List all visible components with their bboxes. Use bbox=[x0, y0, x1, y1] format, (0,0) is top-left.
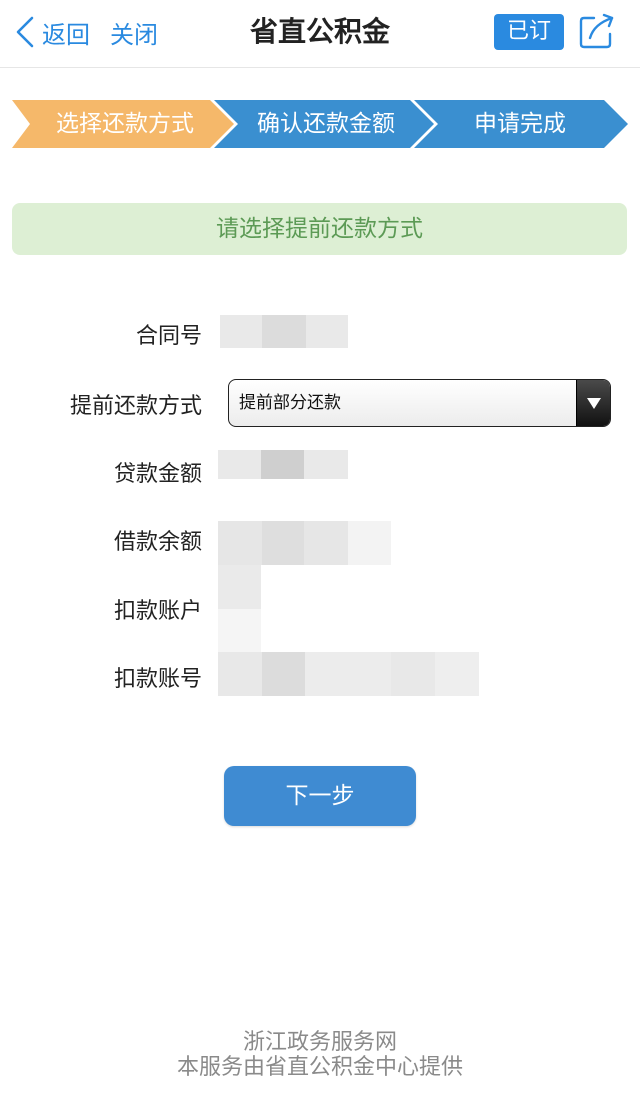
loan-balance-label: 借款余额 bbox=[113, 530, 202, 555]
step-3-label: 申请完成 bbox=[474, 111, 566, 137]
footer-line-1: 浙江政务服务网 bbox=[242, 1030, 397, 1055]
debit-account-no-label: 扣款账号 bbox=[113, 667, 202, 692]
repay-method-select[interactable]: 提前部分还款 bbox=[228, 379, 611, 427]
footer-line-2: 本服务由省直公积金中心提供 bbox=[176, 1055, 463, 1080]
nav-header: 返回 关闭 省直公积金 已订 bbox=[0, 0, 640, 68]
debit-account-no-redacted bbox=[218, 652, 479, 696]
loan-amount-label: 贷款金额 bbox=[113, 462, 202, 487]
debit-account-label: 扣款账户 bbox=[113, 599, 202, 624]
contract-value-redacted bbox=[220, 315, 348, 348]
loan-balance-redacted bbox=[218, 521, 391, 565]
contract-label: 合同号 bbox=[135, 324, 202, 349]
subscribed-button[interactable]: 已订 bbox=[494, 14, 564, 50]
loan-amount-redacted bbox=[218, 450, 348, 479]
step-indicator: 选择还款方式 确认还款金额 申请完成 bbox=[12, 100, 628, 148]
next-step-button[interactable]: 下一步 bbox=[224, 766, 416, 826]
share-icon[interactable] bbox=[578, 12, 616, 50]
step-2-label: 确认还款金额 bbox=[257, 111, 395, 137]
footer: 浙江政务服务网 本服务由省直公积金中心提供 bbox=[0, 1030, 640, 1080]
dropdown-arrow-icon bbox=[576, 380, 610, 426]
repay-method-label: 提前还款方式 bbox=[69, 394, 202, 419]
repay-method-value: 提前部分还款 bbox=[239, 393, 341, 413]
debit-account-redacted bbox=[218, 565, 261, 652]
notice-banner: 请选择提前还款方式 bbox=[12, 203, 627, 255]
step-1-label: 选择还款方式 bbox=[56, 111, 194, 137]
